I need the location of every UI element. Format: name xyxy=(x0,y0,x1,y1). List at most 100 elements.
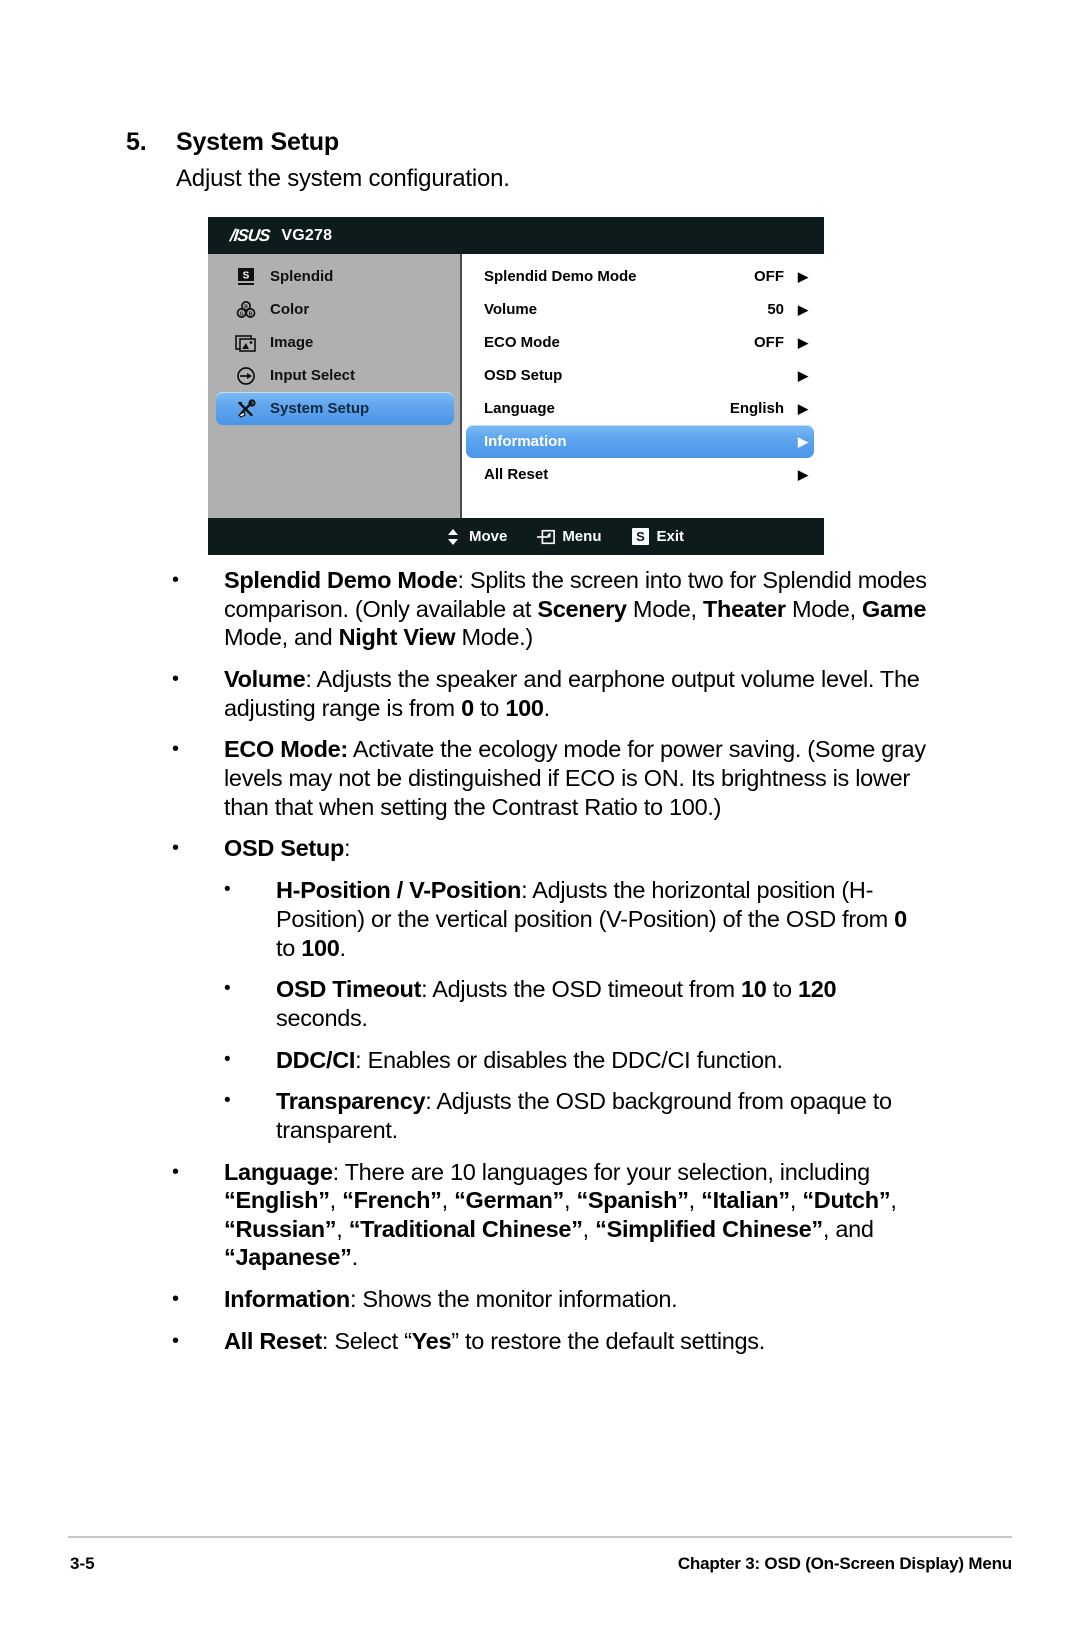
bullet-text: Volume: Adjusts the speaker and earphone… xyxy=(224,665,920,721)
list-item: • Volume: Adjusts the speaker and earpho… xyxy=(172,665,932,722)
sidebar-item-label: Splendid xyxy=(270,268,334,285)
menu-label: ECO Mode xyxy=(484,334,560,351)
hint-label: Exit xyxy=(656,528,684,545)
footer-divider xyxy=(68,1536,1012,1538)
up-down-arrows-icon xyxy=(444,528,462,546)
splendid-icon: S xyxy=(234,266,258,288)
osd-body: S Splendid R G B Color Image Input Selec… xyxy=(208,254,824,518)
section-title: System Setup xyxy=(176,128,339,156)
menu-value: 50 xyxy=(767,301,784,318)
bullet-text: OSD Setup: xyxy=(224,835,351,862)
menu-label: Volume xyxy=(484,301,538,318)
menu-row-splendid-demo-mode[interactable]: Splendid Demo Mode OFF ▶ xyxy=(466,260,814,293)
bullet-text: Information: Shows the monitor informati… xyxy=(224,1286,678,1313)
hint-exit[interactable]: S Exit xyxy=(631,528,684,546)
list-item: • ECO Mode: Activate the ecology mode fo… xyxy=(172,735,932,821)
sidebar-item-label: System Setup xyxy=(270,400,370,417)
chevron-right-icon[interactable]: ▶ xyxy=(796,303,808,316)
bullet-text: H-Position / V-Position: Adjusts the hor… xyxy=(276,877,907,961)
system-setup-icon xyxy=(234,398,258,420)
osd-titlebar: /ISUS VG278 xyxy=(208,217,824,254)
list-item: • Splendid Demo Mode: Splits the screen … xyxy=(172,566,932,652)
list-item: • OSD Setup: xyxy=(172,834,932,863)
list-item: • OSD Timeout: Adjusts the OSD timeout f… xyxy=(224,975,932,1032)
bullet-glyph: • xyxy=(224,1090,231,1112)
sidebar-item-image[interactable]: Image xyxy=(216,326,454,359)
chevron-right-icon[interactable]: ▶ xyxy=(796,402,808,415)
hint-label: Menu xyxy=(562,528,602,545)
menu-value: English xyxy=(729,400,784,417)
chevron-right-icon[interactable]: ▶ xyxy=(796,468,808,481)
section-intro: Adjust the system configuration. xyxy=(176,165,510,192)
menu-value: OFF xyxy=(754,268,784,285)
bullet-glyph: • xyxy=(172,667,179,690)
menu-label: Splendid Demo Mode xyxy=(484,268,637,285)
menu-row-eco-mode[interactable]: ECO Mode OFF ▶ xyxy=(466,326,814,359)
bullet-text: Splendid Demo Mode: Splits the screen in… xyxy=(224,567,927,651)
sidebar-item-system-setup[interactable]: System Setup xyxy=(216,392,454,425)
list-item: • Transparency: Adjusts the OSD backgrou… xyxy=(224,1087,932,1144)
menu-row-information[interactable]: Information ▶ xyxy=(466,425,814,458)
svg-text:B: B xyxy=(249,311,253,317)
bullet-text: OSD Timeout: Adjusts the OSD timeout fro… xyxy=(276,976,837,1031)
chevron-right-icon[interactable]: ▶ xyxy=(796,369,808,382)
bullet-text: ECO Mode: Activate the ecology mode for … xyxy=(224,736,926,820)
feature-description-list: • Splendid Demo Mode: Splits the screen … xyxy=(172,566,932,1369)
menu-row-language[interactable]: Language English ▶ xyxy=(466,392,814,425)
menu-row-volume[interactable]: Volume 50 ▶ xyxy=(466,293,814,326)
document-page: 5. System Setup Adjust the system config… xyxy=(0,0,1080,1627)
bullet-glyph: • xyxy=(172,837,179,860)
sidebar-item-label: Image xyxy=(270,334,314,351)
asus-logo: /ISUS xyxy=(229,225,271,245)
sidebar-item-color[interactable]: R G B Color xyxy=(216,293,454,326)
list-item: • Information: Shows the monitor informa… xyxy=(172,1285,932,1314)
bullet-glyph: • xyxy=(172,569,179,591)
bullet-glyph: • xyxy=(172,1160,179,1183)
sidebar-item-input-select[interactable]: Input Select xyxy=(216,359,454,392)
menu-label: All Reset xyxy=(484,466,549,483)
list-item: • Language: There are 10 languages for y… xyxy=(172,1158,932,1273)
menu-row-osd-setup[interactable]: OSD Setup ▶ xyxy=(466,359,814,392)
hint-menu[interactable]: Menu xyxy=(537,528,601,546)
hint-label: Move xyxy=(468,528,508,545)
page-title: 5. System Setup xyxy=(126,128,339,157)
bullet-text: Transparency: Adjusts the OSD background… xyxy=(276,1088,892,1143)
menu-value: OFF xyxy=(754,334,784,351)
menu-row-all-reset[interactable]: All Reset ▶ xyxy=(466,458,814,491)
hint-move[interactable]: Move xyxy=(444,528,507,546)
bullet-text: All Reset: Select “Yes” to restore the d… xyxy=(224,1328,765,1355)
svg-text:R: R xyxy=(244,304,248,310)
nested-list: • H-Position / V-Position: Adjusts the h… xyxy=(224,876,932,1144)
bullet-glyph: • xyxy=(172,1288,179,1311)
list-item: • All Reset: Select “Yes” to restore the… xyxy=(172,1327,932,1356)
page-number: 3-5 xyxy=(70,1554,95,1573)
menu-label: Information xyxy=(484,433,567,450)
osd-menu-list: Splendid Demo Mode OFF ▶ Volume 50 ▶ ECO… xyxy=(462,254,824,518)
sidebar-item-label: Input Select xyxy=(270,367,356,384)
osd-menu-window: /ISUS VG278 S Splendid R G B Color Image… xyxy=(208,217,824,555)
list-item: • H-Position / V-Position: Adjusts the h… xyxy=(224,876,932,962)
chevron-right-icon[interactable]: ▶ xyxy=(796,336,808,349)
chevron-right-icon[interactable]: ▶ xyxy=(796,435,808,448)
chapter-label: Chapter 3: OSD (On-Screen Display) Menu xyxy=(677,1554,1012,1573)
bullet-glyph: • xyxy=(172,1330,179,1353)
svg-text:S: S xyxy=(243,270,250,281)
osd-sidebar: S Splendid R G B Color Image Input Selec… xyxy=(208,254,462,518)
bullet-glyph: • xyxy=(172,738,179,761)
monitor-model: VG278 xyxy=(281,226,333,244)
section-number: 5. xyxy=(126,128,147,156)
chevron-right-icon[interactable]: ▶ xyxy=(796,270,808,283)
bullet-text: Language: There are 10 languages for you… xyxy=(224,1158,897,1271)
bullet-glyph: • xyxy=(224,1048,231,1070)
sidebar-item-splendid[interactable]: S Splendid xyxy=(216,260,454,293)
color-icon: R G B xyxy=(234,299,258,321)
menu-label: OSD Setup xyxy=(484,367,563,384)
s-badge-icon: S xyxy=(631,528,649,546)
osd-footer-hints: Move Menu S Exit xyxy=(208,518,824,555)
bullet-glyph: • xyxy=(224,978,231,1000)
input-select-icon xyxy=(234,365,258,387)
bullet-text: DDC/CI: Enables or disables the DDC/CI f… xyxy=(276,1046,783,1073)
list-item: • DDC/CI: Enables or disables the DDC/CI… xyxy=(224,1046,932,1075)
menu-enter-icon xyxy=(537,528,556,546)
svg-text:G: G xyxy=(240,311,244,317)
